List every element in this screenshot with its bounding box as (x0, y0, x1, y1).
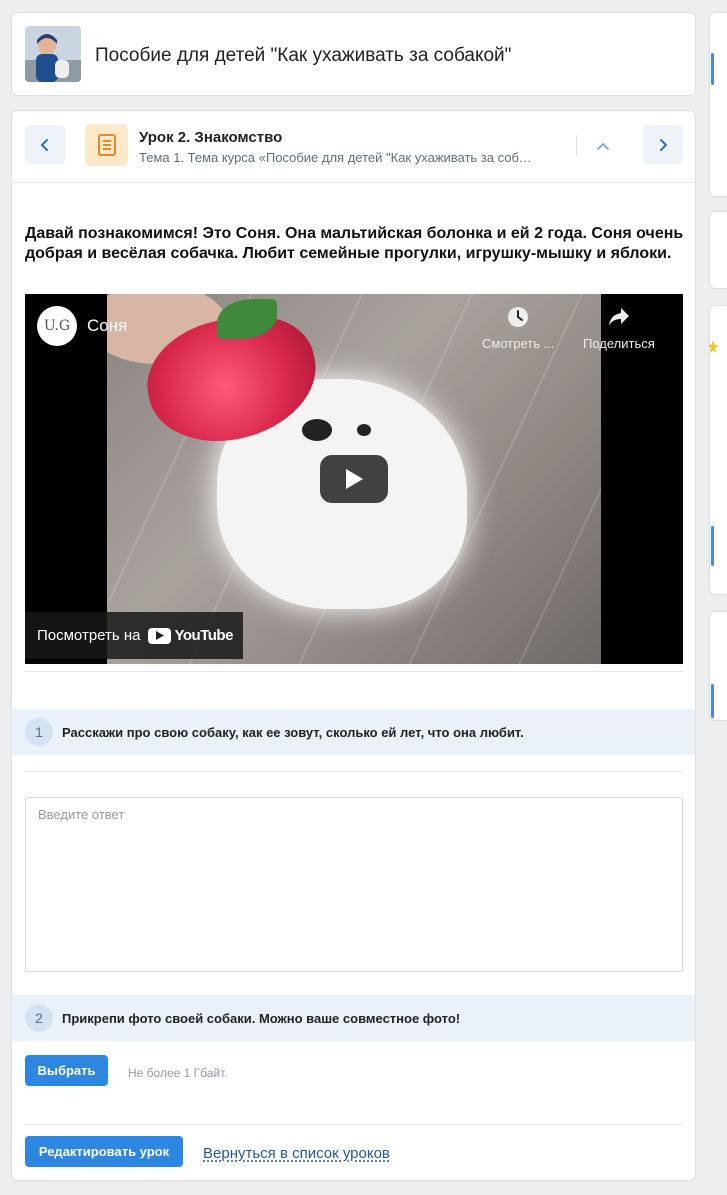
previous-lesson-button[interactable] (25, 125, 65, 164)
watch-later-button[interactable]: Смотреть ... (482, 306, 554, 351)
chevron-up-icon (597, 143, 609, 150)
share-label: Поделиться (583, 336, 655, 351)
question-text: Расскажи про свою собаку, как ее зовут, … (62, 724, 524, 740)
divider (25, 771, 683, 772)
youtube-logo: YouTube (148, 627, 233, 644)
file-size-hint: Не более 1 Гбайт. (128, 1066, 228, 1080)
chevron-left-icon (41, 138, 48, 151)
watch-later-label: Смотреть ... (482, 336, 555, 351)
course-thumbnail[interactable] (25, 26, 81, 82)
video-title[interactable]: Соня (87, 316, 127, 336)
play-icon (346, 469, 363, 489)
question-number: 1 (25, 718, 53, 746)
share-arrow-icon (608, 308, 629, 326)
course-title: Пособие для детей "Как ухаживать за соба… (95, 45, 512, 66)
divider (12, 182, 695, 183)
sidebar-card (708, 305, 727, 595)
back-to-lessons-link[interactable]: Вернуться в список уроков (203, 1145, 390, 1162)
edit-lesson-button[interactable]: Редактировать урок (25, 1136, 183, 1167)
course-header: Пособие для детей "Как ухаживать за соба… (11, 12, 696, 96)
share-button[interactable]: Поделиться (583, 306, 655, 351)
answer-field[interactable] (25, 797, 683, 972)
question-number: 2 (25, 1004, 53, 1032)
star-icon (708, 340, 718, 353)
channel-avatar[interactable]: U.G (37, 306, 77, 346)
sidebar-card (709, 12, 727, 197)
question-header: 2 Прикрепи фото своей собаки. Можно ваше… (12, 995, 695, 1041)
collapse-button[interactable] (592, 135, 614, 157)
divider (25, 671, 683, 672)
sidebar-card (709, 211, 727, 289)
video-player[interactable]: U.G Соня Смотреть ... Поделиться Посмотр… (25, 294, 683, 664)
question-header: 1 Расскажи про свою собаку, как ее зовут… (12, 709, 695, 755)
lesson-card: Урок 2. Знакомство Тема 1. Тема курса «П… (11, 110, 696, 1181)
watch-on-label: Посмотреть на (37, 627, 141, 644)
clock-icon (508, 307, 529, 327)
chevron-right-icon (660, 138, 667, 151)
lesson-title: Урок 2. Знакомство (139, 129, 283, 146)
youtube-wordmark: YouTube (174, 627, 233, 644)
header-separator (576, 135, 577, 155)
lesson-intro-text: Давай познакомимся! Это Соня. Она мальти… (25, 225, 684, 262)
lesson-type-badge (85, 124, 128, 166)
divider (25, 1124, 683, 1125)
watch-on-youtube-link[interactable]: Посмотреть на YouTube (25, 612, 243, 659)
lesson-topic: Тема 1. Тема курса «Пособие для детей "К… (139, 150, 534, 165)
question-text: Прикрепи фото своей собаки. Можно ваше с… (62, 1010, 461, 1026)
sidebar-card (709, 611, 727, 721)
play-button[interactable] (320, 455, 388, 503)
document-icon (97, 134, 116, 156)
next-lesson-button[interactable] (643, 125, 683, 164)
choose-file-button[interactable]: Выбрать (25, 1055, 108, 1086)
play-icon (155, 631, 164, 640)
